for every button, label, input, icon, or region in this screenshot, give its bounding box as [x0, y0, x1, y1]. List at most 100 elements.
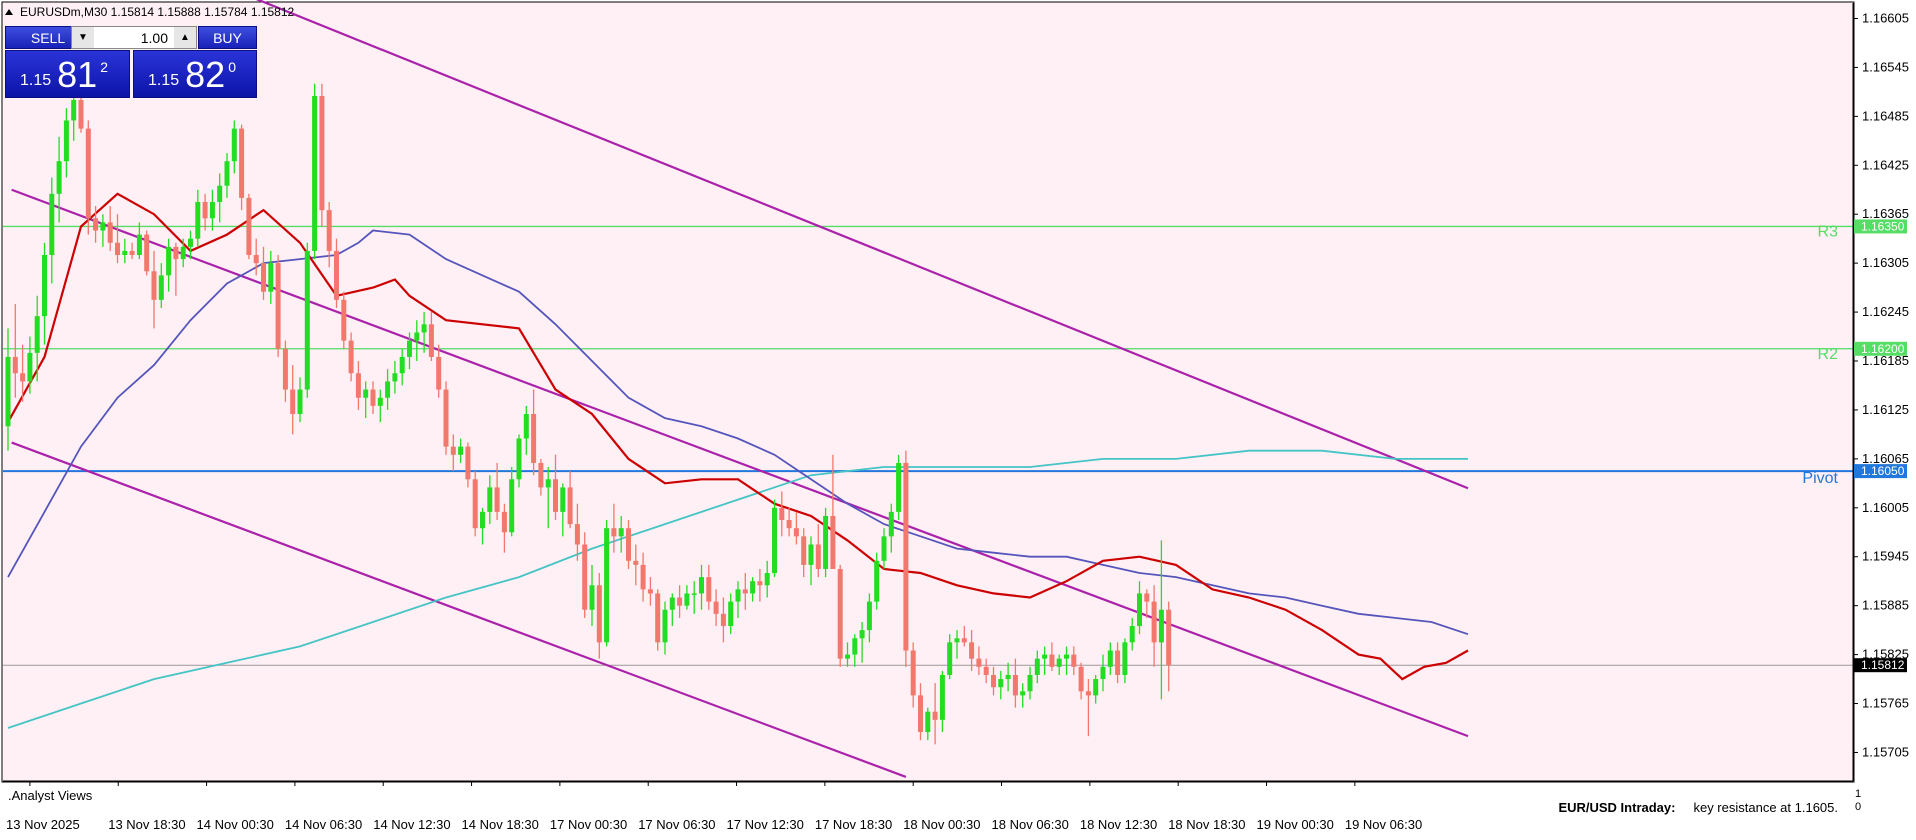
candle-body	[720, 613, 726, 627]
candle-body	[370, 389, 376, 406]
time-tick-label: 19 Nov 00:30	[1257, 817, 1334, 832]
level-price-tag-text: 1.16350	[1861, 219, 1905, 233]
candle-body	[1100, 666, 1106, 680]
candle-body	[1107, 650, 1113, 667]
candle-body	[976, 658, 982, 667]
candle-body	[202, 201, 208, 219]
lot-decrease-icon[interactable]: ▼	[72, 27, 94, 48]
candle-body	[472, 479, 478, 529]
level-label-r2: R2	[1818, 346, 1839, 363]
candle-body	[1129, 626, 1135, 643]
candle-body	[954, 638, 960, 643]
candle-body	[282, 348, 288, 390]
candle-body	[1005, 674, 1011, 680]
candle-body	[487, 487, 493, 512]
candle-body	[523, 414, 529, 439]
analyst-view-text: EUR/USD Intraday: key resistance at 1.160…	[1558, 800, 1838, 815]
analyst-panel-label: .Analyst Views	[8, 788, 93, 803]
candle-body	[151, 271, 157, 300]
time-tick-label: 19 Nov 06:30	[1345, 817, 1422, 832]
candle-body	[545, 479, 551, 488]
candle-body	[757, 581, 763, 586]
price-tick-label: 1.16485	[1862, 108, 1909, 123]
candle-body	[728, 601, 734, 627]
price-tick-label: 1.16545	[1862, 59, 1909, 74]
lot-size-input[interactable]	[94, 27, 174, 48]
candle-body	[166, 246, 172, 276]
analyst-view-message: key resistance at 1.1605.	[1693, 800, 1838, 815]
candle-body	[1093, 679, 1099, 696]
buy-button[interactable]: BUY	[198, 26, 257, 49]
candle-body	[27, 352, 33, 382]
buy-price-fraction: 0	[228, 59, 236, 75]
candle-body	[574, 524, 580, 545]
candle-body	[772, 507, 777, 574]
bid-price-tag-text: 1.15812	[1861, 658, 1905, 672]
candle-body	[261, 263, 266, 292]
level-label-pivot: Pivot	[1802, 470, 1838, 487]
candle-body	[852, 638, 858, 655]
candle-body	[655, 593, 661, 643]
candle-body	[501, 511, 507, 533]
candle-body	[1071, 654, 1077, 667]
candle-body	[34, 316, 40, 353]
candle-body	[1034, 658, 1040, 675]
candle-body	[93, 218, 99, 231]
price-tick-label: 1.16125	[1862, 402, 1909, 417]
candle-body	[209, 201, 215, 219]
candle-body	[560, 487, 566, 512]
candle-body	[1012, 674, 1018, 696]
sell-price-pips: 81	[57, 54, 98, 95]
scale-bottom: 0	[1855, 801, 1862, 813]
candle-body	[56, 161, 62, 194]
candle-body	[735, 589, 741, 602]
candle-body	[866, 601, 872, 631]
candle-body	[188, 238, 193, 247]
candle-body	[932, 711, 938, 720]
candle-body	[71, 100, 77, 121]
scale-top: 1	[1855, 788, 1862, 800]
candle-body	[173, 246, 179, 260]
candle-body	[195, 201, 201, 239]
candle-body	[12, 356, 18, 374]
candle-body	[1042, 654, 1048, 659]
candle-body	[677, 597, 683, 606]
buy-price-button[interactable]: 1.15 82 0	[133, 50, 257, 98]
sell-price-fraction: 2	[100, 59, 108, 75]
candle-body	[414, 332, 420, 341]
candle-body	[1166, 609, 1172, 666]
sell-price-button[interactable]: 1.15 81 2	[5, 50, 130, 98]
candle-body	[567, 487, 573, 525]
candle-body	[304, 250, 310, 390]
candle-body	[246, 197, 252, 255]
candle-body	[750, 581, 756, 594]
candle-body	[939, 674, 945, 720]
price-chart[interactable]: R3 R2 Pivot 1.16605 1.16545 1.16485 1.16425 1.…	[0, 0, 1916, 840]
candle-body	[1049, 654, 1055, 667]
candle-body	[983, 666, 989, 675]
candle-body	[355, 373, 361, 398]
price-tick-label: 1.16005	[1862, 500, 1909, 515]
candle-body	[589, 585, 595, 610]
candle-body	[538, 462, 544, 488]
time-tick-label: 18 Nov 12:30	[1080, 817, 1157, 832]
lot-increase-icon[interactable]: ▲	[174, 27, 196, 48]
price-tick-label: 1.15705	[1862, 744, 1909, 759]
candle-body	[129, 250, 135, 255]
candle-body	[582, 544, 588, 610]
candle-body	[991, 674, 996, 688]
candle-body	[1056, 658, 1062, 667]
candle-body	[998, 679, 1004, 688]
candle-body	[144, 234, 150, 272]
candle-body	[450, 446, 456, 455]
price-tick-label: 1.15885	[1862, 598, 1909, 613]
candle-body	[115, 242, 120, 255]
candle-body	[224, 161, 230, 186]
candle-body	[1144, 593, 1150, 602]
time-tick-label: 17 Nov 06:30	[638, 817, 715, 832]
candle-body	[78, 100, 84, 129]
candle-body	[699, 577, 704, 594]
price-tick-label: 1.16425	[1862, 157, 1909, 172]
candle-body	[837, 568, 843, 659]
candle-body	[122, 250, 128, 255]
